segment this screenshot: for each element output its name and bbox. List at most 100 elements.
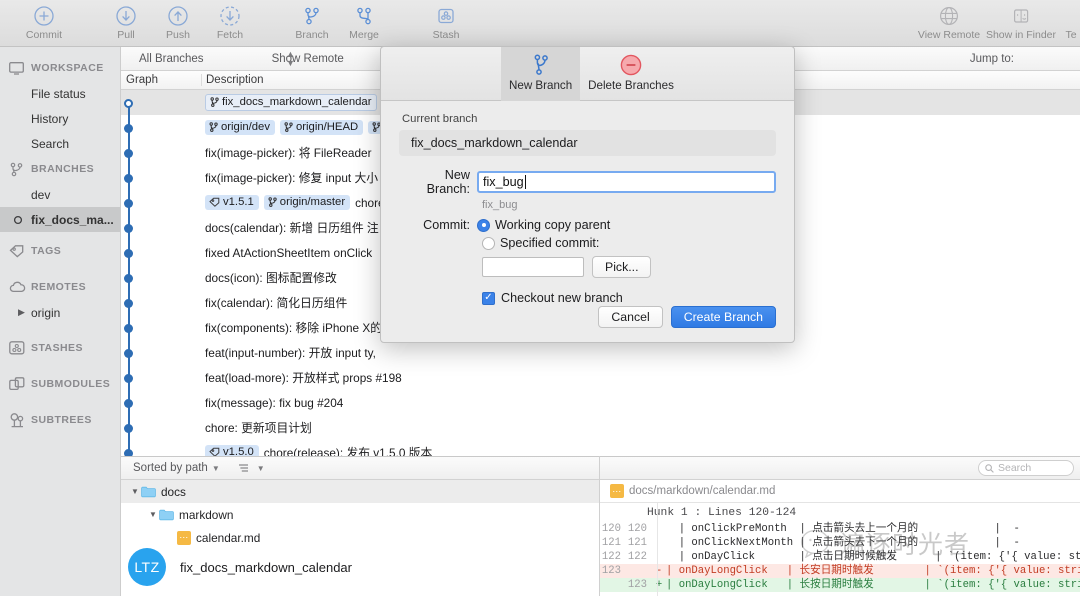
new-branch-input-value: fix_bug [483, 175, 524, 189]
branch-badge[interactable]: origin/master [263, 195, 351, 210]
tag-icon [9, 244, 31, 258]
plus-circle-icon [33, 4, 55, 28]
monitor-icon [9, 61, 31, 75]
sidebar-section-tags[interactable]: TAGS [0, 238, 120, 264]
search-input[interactable]: Search [978, 460, 1074, 476]
commit-graph-cell [121, 190, 201, 215]
table-row[interactable]: feat(load-more): 开放样式 props #198 [121, 365, 1080, 390]
commit-graph-cell [121, 115, 201, 140]
commit-message: fix(image-picker): 将 FileReader [205, 146, 372, 160]
sidebar-section-workspace[interactable]: WORKSPACE [0, 55, 120, 81]
toolbar-pull-button[interactable]: Pull [100, 0, 152, 41]
commit-message: fix(message): fix bug #204 [205, 395, 344, 410]
show-remote-toggle[interactable]: Show Remote [272, 53, 344, 65]
table-row[interactable]: feat(input-number): 开放 input ty, [121, 340, 1080, 365]
branch-badge[interactable]: origin/HEAD [279, 120, 364, 135]
tab-new-branch[interactable]: New Branch [501, 47, 581, 101]
tag-badge[interactable]: v1.5.1 [205, 195, 259, 210]
diff-line-number-old [600, 578, 626, 592]
list-item[interactable]: ⋯ calendar.md [121, 526, 599, 549]
radio-working-copy-parent[interactable]: Working copy parent [477, 218, 610, 232]
new-branch-input[interactable]: fix_bug [477, 171, 776, 193]
diff-line-number-old: 122 [601, 551, 621, 563]
graph-node [124, 299, 133, 308]
toolbar-terminal-button[interactable]: Te [1062, 0, 1080, 41]
toolbar-view-remote-button[interactable]: View Remote [918, 0, 980, 41]
toolbar-commit-label: Commit [25, 29, 63, 41]
graph-node [124, 224, 133, 233]
sidebar-section-subtrees-label: SUBTREES [31, 414, 92, 426]
cancel-button[interactable]: Cancel [598, 306, 663, 328]
branch-filter-stepper-icon[interactable]: ▲ ▼ [286, 49, 295, 68]
sidebar-item-dev[interactable]: dev [0, 182, 120, 207]
sidebar-item-origin[interactable]: ▶ origin [0, 300, 120, 325]
pick-button[interactable]: Pick... [592, 256, 652, 278]
toolbar-push-button[interactable]: Push [152, 0, 204, 41]
list-item[interactable]: ▼ docs [121, 480, 599, 503]
toolbar-branch-button[interactable]: Branch [286, 0, 338, 41]
tab-delete-branches[interactable]: Delete Branches [580, 47, 682, 101]
diff-line: 123 + | onDayLongClick | 长按日期时触发 | `(item:… [600, 578, 1080, 592]
diff-hunk-header: Hunk 1 : Lines 120-124 [647, 507, 797, 519]
table-row[interactable]: fix(message): fix bug #204 [121, 390, 1080, 415]
commit-message: feat(load-more): 开放样式 props #198 [205, 371, 402, 385]
table-row[interactable]: chore: 更新项目计划 [121, 415, 1080, 440]
stash-icon [435, 4, 457, 28]
chevron-down-icon[interactable]: ▼ [212, 464, 220, 473]
main-toolbar: Commit Pull Push Fetch Branch Merge Stas… [0, 0, 1080, 47]
diff-line-sign [652, 536, 666, 550]
sort-dropdown[interactable]: Sorted by path [133, 462, 208, 474]
chevron-right-icon[interactable]: ▶ [18, 307, 25, 318]
diff-line-text: | onDayLongClick | 长安日期时触发 | `(item: {'{… [666, 565, 1080, 577]
branch-badge[interactable]: origin/dev [205, 120, 275, 135]
search-placeholder: Search [998, 462, 1032, 474]
branch-badge[interactable]: fix_docs_markdown_calendar [205, 94, 378, 111]
sidebar-section-remotes-label: REMOTES [31, 281, 87, 293]
chevron-down-icon[interactable]: ▼ [257, 464, 265, 473]
chevron-down-icon[interactable]: ▼ [129, 487, 141, 496]
diff-line-sign: + [655, 579, 663, 591]
sidebar-section-remotes[interactable]: REMOTES [0, 274, 120, 300]
subtrees-icon [9, 412, 31, 428]
sidebar-item-label: Search [31, 136, 70, 151]
sidebar-section-branches[interactable]: BRANCHES [0, 156, 120, 182]
diff-file-header: ⋯ docs/markdown/calendar.md [600, 480, 1080, 503]
radio-specified-commit[interactable]: Specified commit: [482, 236, 776, 250]
diff-line-text: | onClickPreMonth | 点击箭头去上一个月的 | - [666, 523, 1020, 535]
sidebar-item-fix-docs-markdown[interactable]: fix_docs_ma... [0, 207, 120, 232]
diff-line-sign [652, 550, 666, 564]
commit-graph-cell [121, 140, 201, 165]
commit-message: fix(calendar): 简化日历组件 [205, 296, 348, 310]
diff-line-number-old: 123 [601, 565, 621, 577]
list-item[interactable]: ▼ markdown [121, 503, 599, 526]
toolbar-commit-button[interactable]: Commit [18, 0, 70, 41]
commit-description-cell: feat(load-more): 开放样式 props #198 [201, 369, 1080, 386]
current-branch-value: fix_docs_markdown_calendar [399, 130, 776, 156]
create-branch-button[interactable]: Create Branch [670, 306, 776, 328]
folder-icon [159, 509, 179, 521]
toolbar-show-in-finder-button[interactable]: Show in Finder [980, 0, 1062, 41]
toolbar-merge-button[interactable]: Merge [338, 0, 390, 41]
sidebar-section-stashes[interactable]: STASHES [0, 335, 120, 361]
sidebar-item-history[interactable]: History [0, 106, 120, 131]
toolbar-stash-button[interactable]: Stash [420, 0, 472, 41]
current-branch-label: Current branch [402, 113, 478, 125]
diff-line-number-new: 122 [627, 551, 647, 563]
view-mode-dropdown[interactable]: ▼ [238, 463, 265, 474]
search-icon [985, 463, 994, 473]
file-tree-label: docs [161, 484, 186, 499]
specified-commit-input[interactable] [482, 257, 584, 277]
sidebar-section-subtrees[interactable]: SUBTREES [0, 407, 120, 433]
checkmark-icon: ✓ [482, 291, 495, 305]
sidebar-item-search[interactable]: Search [0, 131, 120, 156]
toolbar-pull-label: Pull [117, 29, 135, 41]
graph-node [124, 374, 133, 383]
chevron-down-icon[interactable]: ▼ [147, 510, 159, 519]
toolbar-fetch-button[interactable]: Fetch [204, 0, 256, 41]
toolbar-view-remote-label: View Remote [917, 29, 981, 41]
sidebar-section-submodules[interactable]: SUBMODULES [0, 371, 120, 397]
sidebar-item-file-status[interactable]: File status [0, 81, 120, 106]
branch-filter-dropdown[interactable]: All Branches [139, 53, 204, 65]
commit-graph-cell [121, 240, 201, 265]
checkout-new-branch-checkbox[interactable]: ✓ Checkout new branch [482, 291, 776, 305]
